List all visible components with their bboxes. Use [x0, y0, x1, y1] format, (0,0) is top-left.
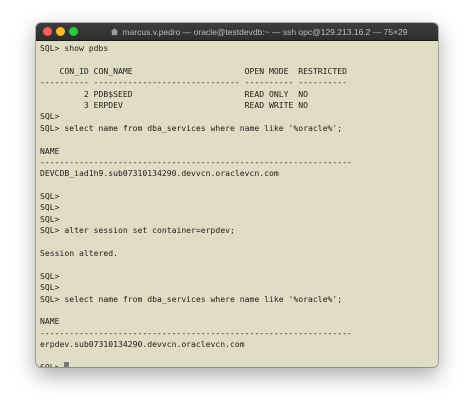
terminal-line: erpdev.sub07310134290.devvcn.oraclevcn.c… [40, 339, 245, 350]
minimize-button[interactable] [56, 27, 65, 36]
terminal-line: SQL> [40, 213, 60, 224]
terminal-line: SQL> select name from dba_services where… [40, 122, 343, 133]
terminal-line: 3 ERPDEV READ WRITE NO [40, 99, 309, 110]
terminal-line: ----------------------------------------… [40, 156, 352, 167]
window-title: marcus.v.pedro — oracle@testdevdb:~ — ss… [84, 23, 434, 40]
terminal-line: CON_ID CON_NAME OPEN MODE RESTRICTED [40, 65, 347, 76]
terminal-line: SQL> show pdbs [40, 43, 109, 53]
terminal-line: DEVCDB_iad1h9.sub07310134290.devvcn.orac… [40, 168, 279, 179]
terminal-line: ---------- -----------------------------… [40, 77, 347, 88]
terminal-line: Session altered. [40, 248, 118, 259]
terminal-line: SQL> [40, 202, 60, 213]
home-folder-icon [111, 28, 119, 36]
window-title-text: marcus.v.pedro — oracle@testdevdb:~ — ss… [122, 26, 408, 37]
terminal-window[interactable]: marcus.v.pedro — oracle@testdevdb:~ — ss… [36, 23, 438, 367]
terminal-line: NAME [40, 145, 60, 156]
terminal-line: SQL> [40, 111, 60, 122]
terminal-line: SQL> [40, 191, 60, 202]
terminal-output[interactable]: SQL> show pdbs CON_ID CON_NAME OPEN MODE… [36, 41, 438, 367]
zoom-button[interactable] [69, 27, 78, 36]
terminal-cursor [64, 361, 70, 367]
terminal-line: SQL> alter session set container=erpdev; [40, 225, 235, 236]
terminal-line: NAME [40, 316, 60, 327]
terminal-line: 2 PDB$SEED READ ONLY NO [40, 88, 309, 99]
terminal-line: SQL> [40, 361, 438, 367]
title-bar[interactable]: marcus.v.pedro — oracle@testdevdb:~ — ss… [36, 23, 438, 41]
terminal-line: SQL> select name from dba_services where… [40, 293, 343, 304]
terminal-line: SQL> [40, 282, 60, 293]
close-button[interactable] [43, 27, 52, 36]
terminal-line: SQL> [40, 270, 60, 281]
terminal-line: ----------------------------------------… [40, 327, 352, 338]
